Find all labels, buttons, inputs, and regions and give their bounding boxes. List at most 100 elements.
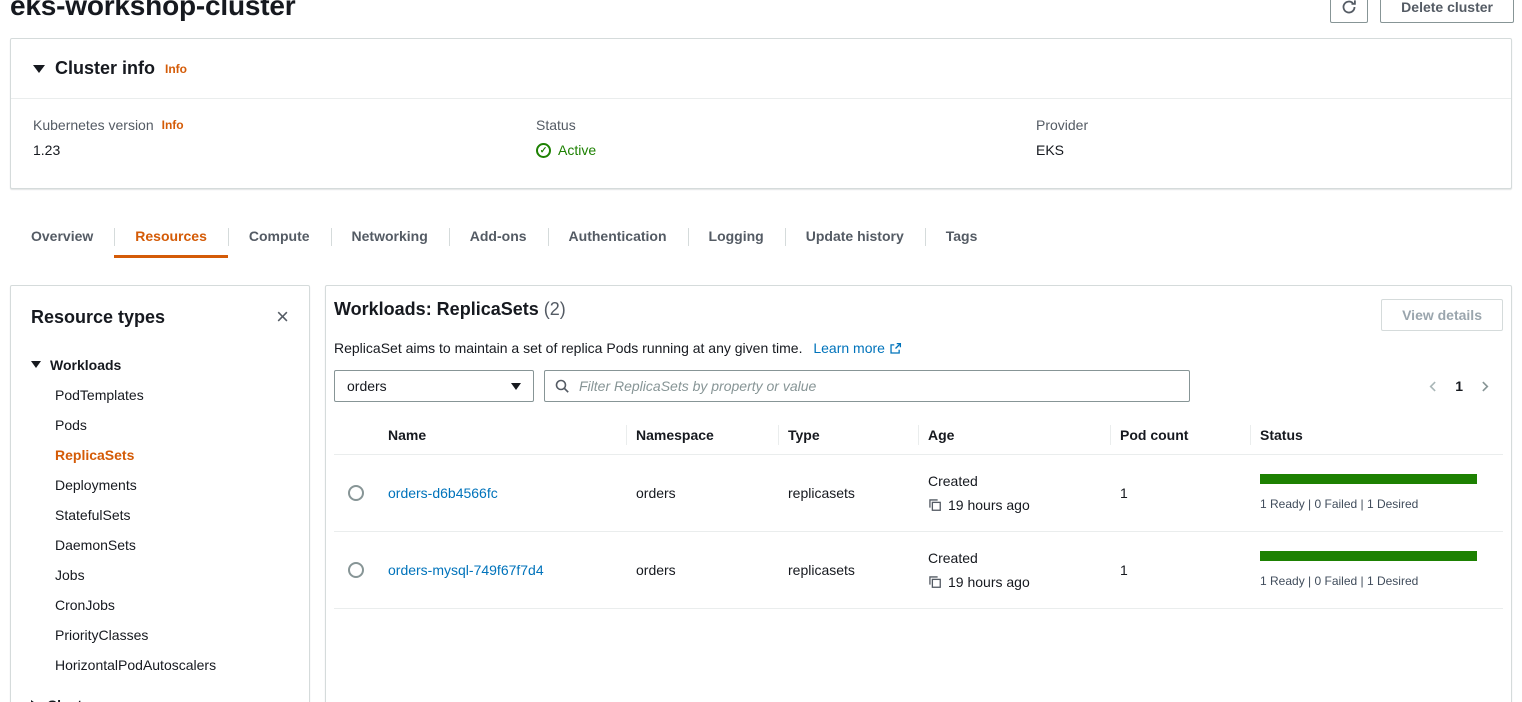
sidebar-item-daemonsets[interactable]: DaemonSets <box>55 530 289 560</box>
caret-down-icon <box>31 361 41 368</box>
table-row: orders-d6b4566fc orders replicasets Crea… <box>334 454 1503 531</box>
sidebar-item-jobs[interactable]: Jobs <box>55 560 289 590</box>
tab-add-ons[interactable]: Add-ons <box>449 217 548 258</box>
panel-count: (2) <box>544 299 566 319</box>
tab-logging[interactable]: Logging <box>688 217 785 258</box>
chevron-left-icon[interactable] <box>1427 380 1440 393</box>
tab-authentication[interactable]: Authentication <box>548 217 688 258</box>
chevron-right-icon[interactable] <box>1478 380 1491 393</box>
pagination-current-page[interactable]: 1 <box>1455 378 1463 394</box>
copy-icon[interactable] <box>928 575 942 589</box>
cluster-info-header[interactable]: Cluster info Info <box>11 39 1511 99</box>
sidebar-item-horizontalpodautoscalers[interactable]: HorizontalPodAutoscalers <box>55 650 289 680</box>
page-title: eks-workshop-cluster <box>10 0 1512 22</box>
delete-cluster-button[interactable]: Delete cluster <box>1380 0 1514 23</box>
page-header: eks-workshop-cluster Delete cluster <box>0 0 1522 30</box>
external-link-icon <box>889 342 902 355</box>
resource-tree: Workloads PodTemplates Pods ReplicaSets … <box>31 349 289 702</box>
status-bar <box>1260 551 1477 561</box>
filter-row: orders 1 <box>334 370 1503 402</box>
pagination: 1 <box>1427 378 1503 394</box>
cluster-info-link[interactable]: Info <box>165 62 187 76</box>
header-actions: Delete cluster <box>1330 0 1514 23</box>
search-icon <box>554 378 570 394</box>
table-header-row: Name Namespace Type Age Pod count Status <box>334 416 1503 454</box>
namespace-cell: orders <box>636 562 676 578</box>
refresh-button[interactable] <box>1330 0 1368 23</box>
tab-overview[interactable]: Overview <box>10 217 114 258</box>
status-value: Active <box>558 142 596 158</box>
column-header-pod-count: Pod count <box>1110 416 1250 454</box>
type-cell: replicasets <box>788 485 855 501</box>
cluster-info-title: Cluster info <box>55 58 155 79</box>
column-header-type: Type <box>778 416 918 454</box>
cluster-tabs: Overview Resources Compute Networking Ad… <box>10 217 1512 258</box>
filter-search-input[interactable] <box>544 370 1190 402</box>
tree-group-cluster[interactable]: Cluster <box>31 689 289 702</box>
namespace-filter-dropdown[interactable]: orders <box>334 370 534 402</box>
tab-tags[interactable]: Tags <box>925 217 999 258</box>
replicaset-name-link[interactable]: orders-mysql-749f67f7d4 <box>388 562 544 578</box>
cluster-info-body: Kubernetes version Info 1.23 Status ✓ Ac… <box>11 99 1511 188</box>
dropdown-value: orders <box>347 378 387 394</box>
close-icon[interactable]: × <box>276 306 289 328</box>
status-badge: ✓ Active <box>536 142 1036 158</box>
type-cell: replicasets <box>788 562 855 578</box>
kubernetes-version-label: Kubernetes version <box>33 117 154 133</box>
tree-group-workloads[interactable]: Workloads <box>31 349 289 380</box>
replicasets-panel: Workloads: ReplicaSets(2) View details R… <box>325 285 1512 702</box>
row-select-radio[interactable] <box>348 485 364 501</box>
select-column-header <box>334 416 378 454</box>
check-circle-icon: ✓ <box>536 143 551 158</box>
age-value: 19 hours ago <box>948 497 1030 513</box>
column-header-name: Name <box>378 416 626 454</box>
panel-title-text: Workloads: ReplicaSets <box>334 299 539 319</box>
copy-icon[interactable] <box>928 498 942 512</box>
column-header-status: Status <box>1250 416 1503 454</box>
replicasets-table: Name Namespace Type Age Pod count Status… <box>334 416 1503 609</box>
age-value: 19 hours ago <box>948 574 1030 590</box>
resources-content: Resource types × Workloads PodTemplates … <box>10 285 1512 702</box>
view-details-button[interactable]: View details <box>1381 299 1503 331</box>
kubernetes-version-value: 1.23 <box>33 142 536 158</box>
collapse-caret-icon <box>33 65 45 73</box>
sidebar-item-replicasets[interactable]: ReplicaSets <box>55 440 289 470</box>
status-label: Status <box>536 117 576 133</box>
column-header-age: Age <box>918 416 1110 454</box>
status-bar <box>1260 474 1477 484</box>
status-text: 1 Ready | 0 Failed | 1 Desired <box>1260 574 1493 588</box>
column-header-namespace: Namespace <box>626 416 778 454</box>
learn-more-link[interactable]: Learn more <box>813 340 902 356</box>
cluster-info-panel: Cluster info Info Kubernetes version Inf… <box>10 38 1512 189</box>
tab-compute[interactable]: Compute <box>228 217 331 258</box>
kubernetes-version-info-link[interactable]: Info <box>162 118 184 132</box>
tree-group-label: Workloads <box>50 357 121 373</box>
description-text: ReplicaSet aims to maintain a set of rep… <box>334 340 802 356</box>
tab-update-history[interactable]: Update history <box>785 217 925 258</box>
status-text: 1 Ready | 0 Failed | 1 Desired <box>1260 497 1493 511</box>
sidebar-item-statefulsets[interactable]: StatefulSets <box>55 500 289 530</box>
replicaset-name-link[interactable]: orders-d6b4566fc <box>388 485 498 501</box>
sidebar-item-deployments[interactable]: Deployments <box>55 470 289 500</box>
field-status: Status ✓ Active <box>536 117 1036 158</box>
sidebar-item-priorityclasses[interactable]: PriorityClasses <box>55 620 289 650</box>
sidebar-item-pods[interactable]: Pods <box>55 410 289 440</box>
age-created-label: Created <box>928 550 1100 566</box>
pod-count-cell: 1 <box>1120 562 1128 578</box>
dropdown-caret-icon <box>511 383 521 390</box>
panel-description: ReplicaSet aims to maintain a set of rep… <box>334 340 1503 356</box>
resource-types-sidebar: Resource types × Workloads PodTemplates … <box>10 285 310 702</box>
resource-types-title: Resource types <box>31 307 165 328</box>
provider-value: EKS <box>1036 142 1489 158</box>
sidebar-item-cronjobs[interactable]: CronJobs <box>55 590 289 620</box>
tab-resources[interactable]: Resources <box>114 217 228 258</box>
learn-more-label: Learn more <box>813 340 885 356</box>
provider-label: Provider <box>1036 117 1088 133</box>
sidebar-item-podtemplates[interactable]: PodTemplates <box>55 380 289 410</box>
tree-group-label: Cluster <box>47 697 95 702</box>
pod-count-cell: 1 <box>1120 485 1128 501</box>
panel-title: Workloads: ReplicaSets(2) <box>334 299 566 320</box>
row-select-radio[interactable] <box>348 562 364 578</box>
namespace-cell: orders <box>636 485 676 501</box>
tab-networking[interactable]: Networking <box>331 217 449 258</box>
